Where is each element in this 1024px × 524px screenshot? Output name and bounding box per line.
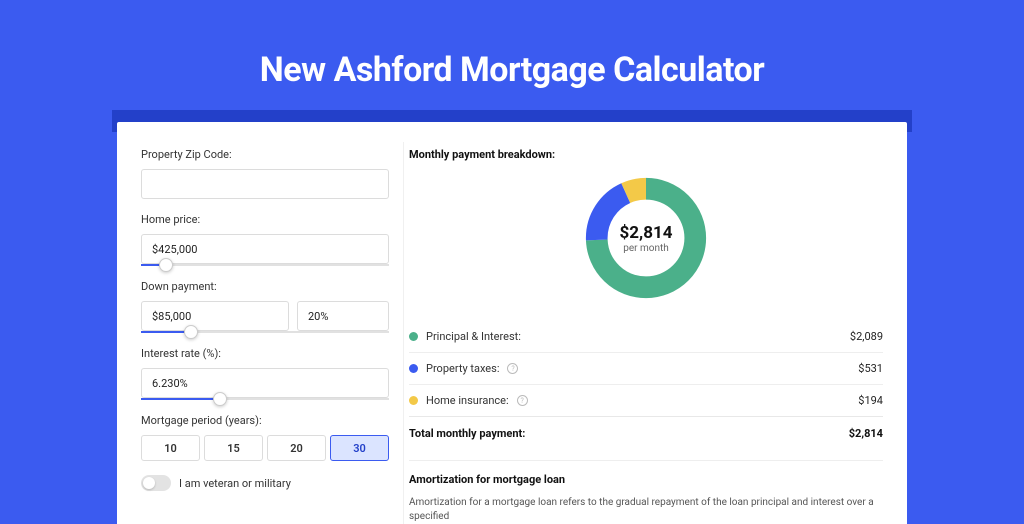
total-value: $2,814 [849, 427, 883, 440]
legend-row: Principal & Interest: $2,089 [409, 321, 883, 353]
interest-rate-label: Interest rate (%): [141, 347, 389, 360]
zip-input[interactable] [141, 169, 389, 199]
mortgage-period-label: Mortgage period (years): [141, 414, 389, 427]
column-divider [403, 142, 404, 524]
total-label: Total monthly payment: [409, 427, 525, 440]
down-payment-field: Down payment: [141, 280, 389, 333]
veteran-toggle-label: I am veteran or military [179, 477, 291, 490]
donut-chart-wrap: $2,814 per month [409, 173, 883, 303]
mortgage-period-field: Mortgage period (years): 10152030 [141, 414, 389, 461]
period-button-15[interactable]: 15 [204, 435, 263, 461]
donut-chart: $2,814 per month [581, 173, 711, 303]
home-price-slider[interactable] [141, 264, 389, 266]
down-payment-label: Down payment: [141, 280, 389, 293]
period-button-30[interactable]: 30 [330, 435, 389, 461]
down-payment-percent-input[interactable] [297, 301, 389, 331]
home-price-field: Home price: [141, 213, 389, 266]
total-row: Total monthly payment: $2,814 [409, 416, 883, 454]
down-payment-slider-thumb[interactable] [184, 325, 198, 339]
veteran-toggle[interactable] [141, 475, 171, 491]
legend-dot [409, 364, 418, 373]
period-button-10[interactable]: 10 [141, 435, 200, 461]
home-price-slider-thumb[interactable] [159, 258, 173, 272]
inputs-panel: Property Zip Code: Home price: Down paym… [141, 148, 389, 524]
legend-dot [409, 396, 418, 405]
down-payment-slider[interactable] [141, 331, 389, 333]
home-price-label: Home price: [141, 213, 389, 226]
info-icon[interactable]: ? [507, 363, 518, 374]
legend-value: $531 [858, 362, 883, 375]
legend-label: Home insurance: [426, 394, 509, 407]
amortization-text: Amortization for a mortgage loan refers … [409, 496, 883, 524]
veteran-toggle-row: I am veteran or military [141, 475, 389, 491]
interest-rate-slider[interactable] [141, 398, 389, 400]
breakdown-title: Monthly payment breakdown: [409, 148, 883, 161]
legend-label: Principal & Interest: [426, 330, 521, 343]
amortization-title: Amortization for mortgage loan [409, 473, 883, 486]
info-icon[interactable]: ? [517, 395, 528, 406]
period-button-20[interactable]: 20 [267, 435, 326, 461]
legend-dot [409, 332, 418, 341]
home-price-input[interactable] [141, 234, 389, 264]
donut-total-sub: per month [623, 243, 669, 254]
interest-rate-slider-thumb[interactable] [213, 392, 227, 406]
page-title: New Ashford Mortgage Calculator [260, 50, 764, 90]
zip-field: Property Zip Code: [141, 148, 389, 199]
zip-label: Property Zip Code: [141, 148, 389, 161]
down-payment-amount-input[interactable] [141, 301, 289, 331]
breakdown-panel: Monthly payment breakdown: $2,814 per mo… [409, 148, 883, 524]
legend-value: $194 [858, 394, 883, 407]
legend-label: Property taxes: [426, 362, 499, 375]
amortization-section: Amortization for mortgage loan Amortizat… [409, 460, 883, 524]
legend-value: $2,089 [850, 330, 883, 343]
calculator-card: Property Zip Code: Home price: Down paym… [117, 122, 907, 524]
legend-row: Home insurance:? $194 [409, 385, 883, 416]
interest-rate-field: Interest rate (%): [141, 347, 389, 400]
legend-row: Property taxes:? $531 [409, 353, 883, 385]
interest-rate-input[interactable] [141, 368, 389, 398]
interest-rate-slider-fill [141, 398, 220, 400]
veteran-toggle-knob [143, 477, 155, 489]
donut-total-value: $2,814 [620, 223, 673, 243]
